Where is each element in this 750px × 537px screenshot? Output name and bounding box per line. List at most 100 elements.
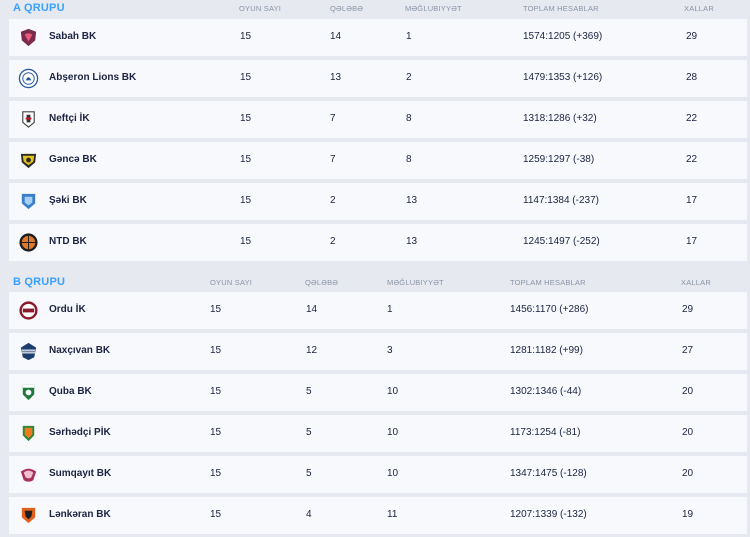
table-row[interactable]: Sumqayıt BK 15 5 10 1347:1475 (-128) 20: [9, 456, 747, 493]
points-value: 22: [686, 154, 698, 165]
wins-value: 5: [306, 427, 312, 438]
wins-value: 4: [306, 509, 312, 520]
table-row[interactable]: Şəki BK 15 2 13 1147:1384 (-237) 17: [9, 183, 747, 220]
group-b-header: B QRUPU OYUN SAYI QƏLƏBƏ MƏĞLUBIYYƏT TOP…: [0, 274, 750, 292]
neftci-logo-icon: [18, 109, 39, 130]
sabah-logo-icon: [18, 27, 39, 48]
wins-value: 5: [306, 386, 312, 397]
col-played-header: OYUN SAYI: [210, 278, 253, 287]
col-losses-header: MƏĞLUBIYYƏT: [405, 4, 462, 13]
points-value: 20: [682, 427, 694, 438]
wins-value: 14: [306, 304, 318, 315]
points-value: 17: [686, 236, 698, 247]
played-value: 15: [240, 236, 252, 247]
table-row[interactable]: Neftçi İK 15 7 8 1318:1286 (+32) 22: [9, 101, 747, 138]
score-value: 1147:1384 (-237): [523, 195, 599, 206]
team-name[interactable]: Naxçıvan BK: [49, 345, 110, 356]
played-value: 15: [210, 509, 222, 520]
group-title: B QRUPU: [13, 276, 66, 288]
table-row[interactable]: Naxçıvan BK 15 12 3 1281:1182 (+99) 27: [9, 333, 747, 370]
team-name[interactable]: Ordu İK: [49, 304, 86, 315]
table-row[interactable]: Gəncə BK 15 7 8 1259:1297 (-38) 22: [9, 142, 747, 179]
lenkeran-logo-icon: [18, 505, 39, 526]
score-value: 1173:1254 (-81): [510, 427, 581, 438]
score-value: 1281:1182 (+99): [510, 345, 583, 356]
team-name[interactable]: Quba BK: [49, 386, 92, 397]
score-value: 1574:1205 (+369): [523, 31, 603, 42]
col-wins-header: QƏLƏBƏ: [305, 278, 339, 287]
points-value: 22: [686, 113, 698, 124]
team-name[interactable]: Şəki BK: [49, 195, 87, 206]
seki-logo-icon: [18, 191, 39, 212]
losses-value: 10: [387, 468, 399, 479]
wins-value: 13: [330, 72, 342, 83]
points-value: 20: [682, 386, 694, 397]
team-name[interactable]: NTD BK: [49, 236, 87, 247]
table-row[interactable]: Quba BK 15 5 10 1302:1346 (-44) 20: [9, 374, 747, 411]
points-value: 17: [686, 195, 698, 206]
col-points-header: XALLAR: [681, 278, 711, 287]
played-value: 15: [210, 304, 222, 315]
points-value: 19: [682, 509, 694, 520]
played-value: 15: [210, 345, 222, 356]
team-name[interactable]: Sumqayıt BK: [49, 468, 111, 479]
team-name[interactable]: Abşeron Lions BK: [49, 72, 136, 83]
table-row[interactable]: Ordu İK 15 14 1 1456:1170 (+286) 29: [9, 292, 747, 329]
ordu-logo-icon: [18, 300, 39, 321]
team-name[interactable]: Sərhədçi PİK: [49, 427, 111, 438]
group-title: A QRUPU: [13, 2, 65, 14]
losses-value: 3: [387, 345, 393, 356]
team-name[interactable]: Lənkəran BK: [49, 509, 111, 520]
table-row[interactable]: Sabah BK 15 14 1 1574:1205 (+369) 29: [9, 19, 747, 56]
losses-value: 2: [406, 72, 412, 83]
group-a-header: A QRUPU OYUN SAYI QƏLƏBƏ MƏĞLUBIYYƏT TOP…: [0, 0, 750, 18]
score-value: 1456:1170 (+286): [510, 304, 589, 315]
score-value: 1347:1475 (-128): [510, 468, 587, 479]
table-row[interactable]: Lənkəran BK 15 4 11 1207:1339 (-132) 19: [9, 497, 747, 534]
abseron-lions-logo-icon: [18, 68, 39, 89]
score-value: 1318:1286 (+32): [523, 113, 597, 124]
points-value: 27: [682, 345, 694, 356]
score-value: 1479:1353 (+126): [523, 72, 603, 83]
played-value: 15: [210, 468, 222, 479]
score-value: 1245:1497 (-252): [523, 236, 600, 247]
col-total-header: TOPLAM HESABLAR: [510, 278, 586, 287]
naxcivan-logo-icon: [18, 341, 39, 362]
team-name[interactable]: Neftçi İK: [49, 113, 90, 124]
wins-value: 14: [330, 31, 342, 42]
losses-value: 10: [387, 427, 399, 438]
team-name[interactable]: Sabah BK: [49, 31, 96, 42]
losses-value: 1: [406, 31, 412, 42]
table-row[interactable]: Abşeron Lions BK 15 13 2 1479:1353 (+126…: [9, 60, 747, 97]
losses-value: 1: [387, 304, 393, 315]
wins-value: 7: [330, 154, 336, 165]
col-played-header: OYUN SAYI: [239, 4, 282, 13]
played-value: 15: [210, 386, 222, 397]
points-value: 29: [682, 304, 694, 315]
table-row[interactable]: NTD BK 15 2 13 1245:1497 (-252) 17: [9, 224, 747, 261]
wins-value: 2: [330, 236, 336, 247]
points-value: 29: [686, 31, 698, 42]
score-value: 1259:1297 (-38): [523, 154, 595, 165]
played-value: 15: [240, 113, 252, 124]
score-value: 1302:1346 (-44): [510, 386, 582, 397]
points-value: 20: [682, 468, 694, 479]
score-value: 1207:1339 (-132): [510, 509, 587, 520]
table-row[interactable]: Sərhədçi PİK 15 5 10 1173:1254 (-81) 20: [9, 415, 747, 452]
gence-logo-icon: [18, 150, 39, 171]
col-losses-header: MƏĞLUBIYYƏT: [387, 278, 444, 287]
serhedci-logo-icon: [18, 423, 39, 444]
team-name[interactable]: Gəncə BK: [49, 154, 97, 165]
quba-logo-icon: [18, 382, 39, 403]
losses-value: 8: [406, 113, 412, 124]
points-value: 28: [686, 72, 698, 83]
col-wins-header: QƏLƏBƏ: [330, 4, 364, 13]
wins-value: 2: [330, 195, 336, 206]
ntd-logo-icon: [18, 232, 39, 253]
wins-value: 7: [330, 113, 336, 124]
col-points-header: XALLAR: [684, 4, 714, 13]
wins-value: 12: [306, 345, 318, 356]
played-value: 15: [240, 31, 252, 42]
losses-value: 13: [406, 236, 418, 247]
played-value: 15: [240, 154, 252, 165]
